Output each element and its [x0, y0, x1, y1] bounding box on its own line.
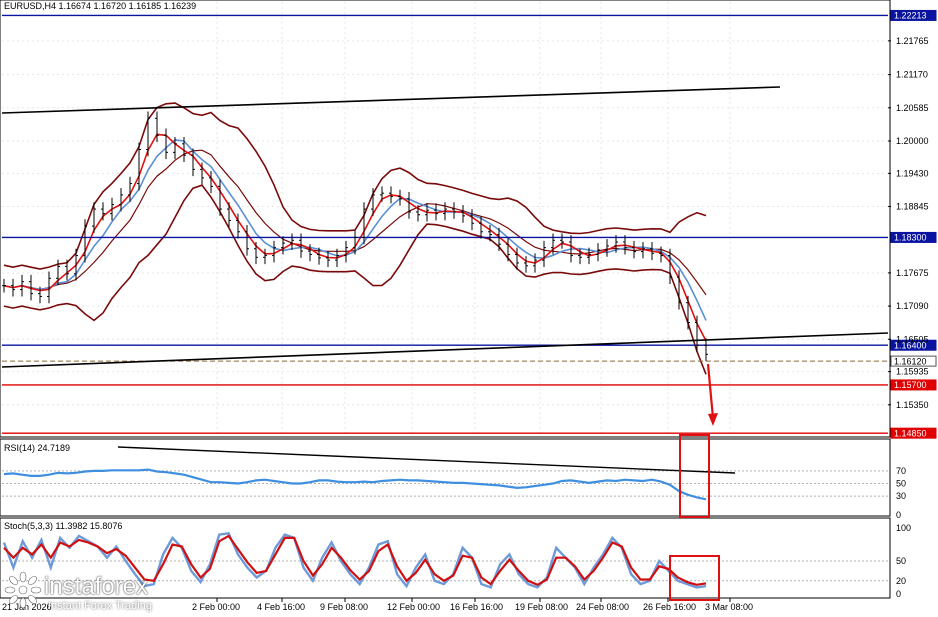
y-tick-label: 1.15935 [896, 367, 929, 377]
level-price-label: 1.18300 [894, 233, 927, 243]
x-tick-label: 19 Feb 08:00 [515, 602, 568, 612]
x-tick-label: 3 Mar 08:00 [705, 602, 753, 612]
y-tick-label: 1.21170 [896, 70, 928, 80]
stoch-tick-label: 0 [896, 589, 901, 599]
stoch-tick-label: 50 [896, 556, 906, 566]
y-tick-label: 1.21765 [896, 36, 929, 46]
x-tick-label: 12 Feb 00:00 [387, 602, 440, 612]
chart-header: EURUSD,H4 1.16674 1.16720 1.16185 1.1623… [4, 1, 197, 11]
rsi-tick-label: 50 [896, 479, 906, 489]
rsi-panel-frame [0, 438, 891, 517]
logo-tagline: Instant Forex Trading [48, 600, 152, 612]
logo-wordmark: instaforex [44, 573, 149, 600]
level-price-label: 1.22213 [894, 11, 927, 21]
level-price-label: 1.16120 [894, 356, 927, 366]
level-price-label: 1.14850 [894, 428, 927, 438]
y-tick-label: 1.19430 [896, 168, 929, 178]
stoch-tick-label: 100 [896, 523, 911, 533]
rsi-tick-label: 0 [896, 510, 901, 520]
y-tick-label: 1.20000 [896, 136, 929, 146]
x-tick-label: 16 Feb 16:00 [450, 602, 503, 612]
instaforex-logo: instaforex Instant Forex Trading [4, 571, 184, 617]
stoch-indicator-label: Stoch(5,3,3) 11.3982 15.8076 [4, 521, 123, 531]
x-tick-label: 2 Feb 00:00 [192, 602, 240, 612]
rsi-tick-label: 30 [896, 491, 906, 501]
y-axis: 1.222131.183001.164001.161201.157001.148… [888, 9, 937, 439]
x-tick-label: 24 Feb 08:00 [576, 602, 629, 612]
y-tick-label: 1.17090 [896, 301, 929, 311]
y-tick-label: 1.18845 [896, 202, 929, 212]
rsi-indicator-label: RSI(14) 24.7189 [4, 443, 71, 453]
x-tick-label: 4 Feb 16:00 [257, 602, 305, 612]
x-tick-label: 26 Feb 16:00 [643, 602, 696, 612]
y-tick-label: 1.15350 [896, 400, 929, 410]
instaforex-logo-icon [4, 571, 42, 609]
chart-canvas: 1.222131.183001.164001.161201.157001.148… [0, 0, 937, 612]
x-tick-label: 9 Feb 08:00 [320, 602, 368, 612]
y-tick-label: 1.17675 [896, 268, 929, 278]
y-tick-label: 1.16505 [896, 334, 929, 344]
rsi-tick-label: 70 [896, 466, 906, 476]
stoch-tick-label: 20 [896, 576, 906, 586]
level-price-label: 1.15700 [894, 380, 927, 390]
chart-root: 1.22213 1.18300 1.16400 1.16120 1.15700 1.148… [0, 0, 938, 617]
y-tick-label: 1.20585 [896, 103, 929, 113]
